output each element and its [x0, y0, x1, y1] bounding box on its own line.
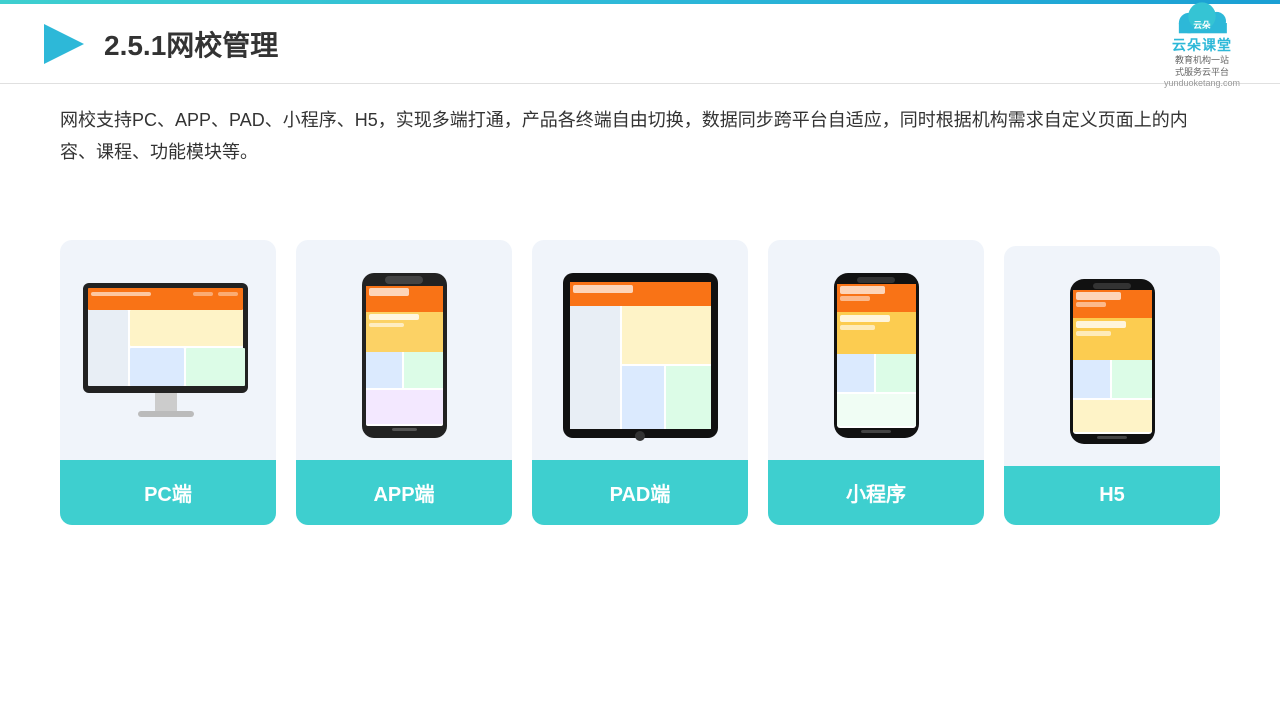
card-pad[interactable]: PAD端 — [532, 240, 748, 525]
brand-cloud-icon: 云朵 — [1172, 0, 1232, 35]
card-pc[interactable]: PC端 — [60, 240, 276, 525]
page-title: 2.5.1网校管理 — [104, 24, 278, 64]
logo-icon — [40, 20, 88, 68]
card-pad-label: PAD端 — [532, 460, 748, 525]
description-text: 网校支持PC、APP、PAD、小程序、H5，实现多端打通，产品各终端自由切换，数… — [60, 104, 1220, 169]
card-h5[interactable]: H5 — [1004, 246, 1220, 525]
card-miniprogram-image — [768, 240, 984, 460]
brand-logo: 云朵 云朵课堂 教育机构一站式服务云平台 yunduoketang.com — [1164, 0, 1240, 88]
card-pc-image — [60, 240, 276, 460]
pc-monitor-icon — [73, 278, 263, 433]
card-app[interactable]: APP端 — [296, 240, 512, 525]
pad-tablet-icon — [558, 268, 723, 443]
brand-subtitle: 教育机构一站式服务云平台 — [1175, 55, 1229, 78]
brand-name: 云朵课堂 — [1172, 35, 1232, 55]
brand-domain: yunduoketang.com — [1164, 78, 1240, 88]
card-h5-image — [1004, 246, 1220, 466]
card-miniprogram-label: 小程序 — [768, 460, 984, 525]
card-app-image — [296, 240, 512, 460]
header: 2.5.1网校管理 云朵 云朵课堂 教育机构一站式服务云平台 yunduoket… — [0, 4, 1280, 84]
card-pad-image — [532, 240, 748, 460]
card-h5-label: H5 — [1004, 466, 1220, 525]
h5-phone-icon — [1065, 274, 1160, 449]
miniprogram-phone-icon — [829, 268, 924, 443]
card-app-label: APP端 — [296, 460, 512, 525]
app-phone-icon — [357, 268, 452, 443]
cards-container: PC端 — [60, 240, 1220, 525]
card-pc-label: PC端 — [60, 460, 276, 525]
svg-text:云朵: 云朵 — [1193, 20, 1211, 30]
card-miniprogram[interactable]: 小程序 — [768, 240, 984, 525]
